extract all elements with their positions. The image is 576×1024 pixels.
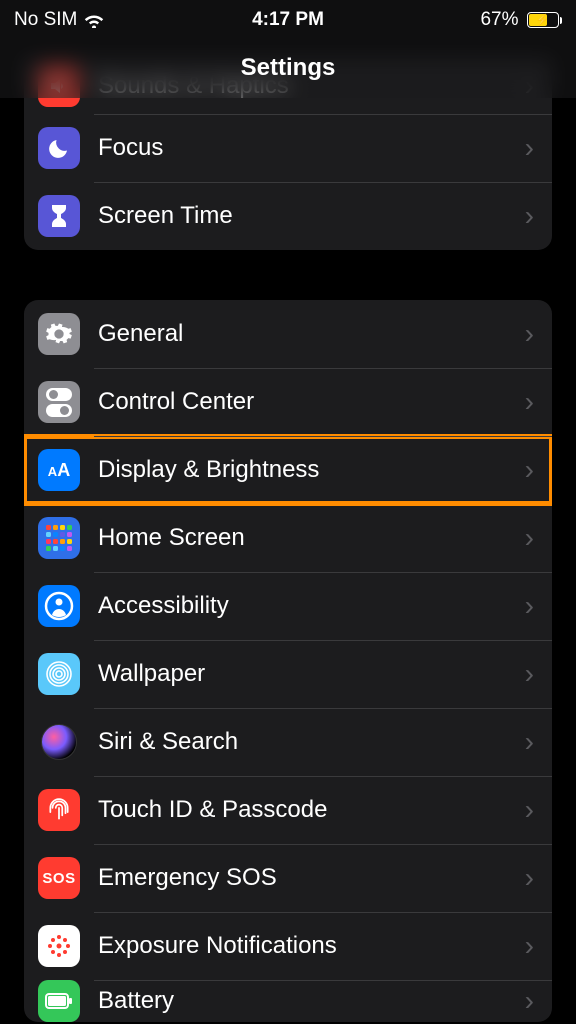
settings-row-display-brightness[interactable]: AA Display & Brightness› <box>24 436 552 504</box>
row-label: Home Screen <box>98 524 525 552</box>
chevron-right-icon: › <box>525 930 534 962</box>
row-label: Display & Brightness <box>98 456 525 484</box>
row-label: Screen Time <box>98 202 525 230</box>
row-label: Touch ID & Passcode <box>98 796 525 824</box>
settings-row-screen-time[interactable]: Screen Time› <box>24 182 552 250</box>
battery-icon <box>38 980 80 1022</box>
chevron-right-icon: › <box>525 522 534 554</box>
settings-row-home-screen[interactable]: Home Screen› <box>24 504 552 572</box>
chevron-right-icon: › <box>525 590 534 622</box>
settings-row-focus[interactable]: Focus› <box>24 114 552 182</box>
aa-icon: AA <box>38 449 80 491</box>
row-label: Emergency SOS <box>98 864 525 892</box>
chevron-right-icon: › <box>525 985 534 1017</box>
gear-icon <box>38 313 80 355</box>
flower-icon <box>38 653 80 695</box>
settings-row-wallpaper[interactable]: Wallpaper› <box>24 640 552 708</box>
person-icon <box>38 585 80 627</box>
row-label: Wallpaper <box>98 660 525 688</box>
settings-row-touch-id-passcode[interactable]: Touch ID & Passcode› <box>24 776 552 844</box>
siri-icon <box>38 721 80 763</box>
wifi-icon <box>83 12 105 28</box>
covid-icon <box>38 925 80 967</box>
hourglass-icon <box>38 195 80 237</box>
row-label: General <box>98 320 525 348</box>
row-label: Siri & Search <box>98 728 525 756</box>
row-label: Exposure Notifications <box>98 932 525 960</box>
page-title: Settings <box>241 54 336 82</box>
battery-icon: ⚡ <box>523 12 563 28</box>
chevron-right-icon: › <box>525 794 534 826</box>
settings-row-control-center[interactable]: Control Center› <box>24 368 552 436</box>
chevron-right-icon: › <box>525 454 534 486</box>
sos-icon: SOS <box>38 857 80 899</box>
settings-list[interactable]: Sounds & Haptics›Focus›Screen Time› Gene… <box>0 0 576 1024</box>
status-bar: No SIM 4:17 PM 67% ⚡ <box>0 0 576 40</box>
charging-icon: ⚡ <box>536 14 550 27</box>
row-label: Accessibility <box>98 592 525 620</box>
fingerprint-icon <box>38 789 80 831</box>
row-label: Focus <box>98 134 525 162</box>
chevron-right-icon: › <box>525 386 534 418</box>
battery-percent: 67% <box>480 9 518 31</box>
settings-row-siri-search[interactable]: Siri & Search› <box>24 708 552 776</box>
apps-icon <box>38 517 80 559</box>
settings-row-accessibility[interactable]: Accessibility› <box>24 572 552 640</box>
settings-row-exposure-notifications[interactable]: Exposure Notifications› <box>24 912 552 980</box>
settings-group-2: General›Control Center›AADisplay & Brigh… <box>24 300 552 1022</box>
toggles-icon <box>38 381 80 423</box>
settings-row-emergency-sos[interactable]: SOS Emergency SOS› <box>24 844 552 912</box>
chevron-right-icon: › <box>525 132 534 164</box>
settings-row-battery[interactable]: Battery› <box>24 980 552 1022</box>
row-label: Battery <box>98 987 525 1015</box>
carrier-text: No SIM <box>14 9 77 31</box>
row-label: Control Center <box>98 388 525 416</box>
chevron-right-icon: › <box>525 726 534 758</box>
clock: 4:17 PM <box>252 9 324 31</box>
chevron-right-icon: › <box>525 200 534 232</box>
moon-icon <box>38 127 80 169</box>
chevron-right-icon: › <box>525 318 534 350</box>
chevron-right-icon: › <box>525 658 534 690</box>
chevron-right-icon: › <box>525 862 534 894</box>
settings-row-general[interactable]: General› <box>24 300 552 368</box>
